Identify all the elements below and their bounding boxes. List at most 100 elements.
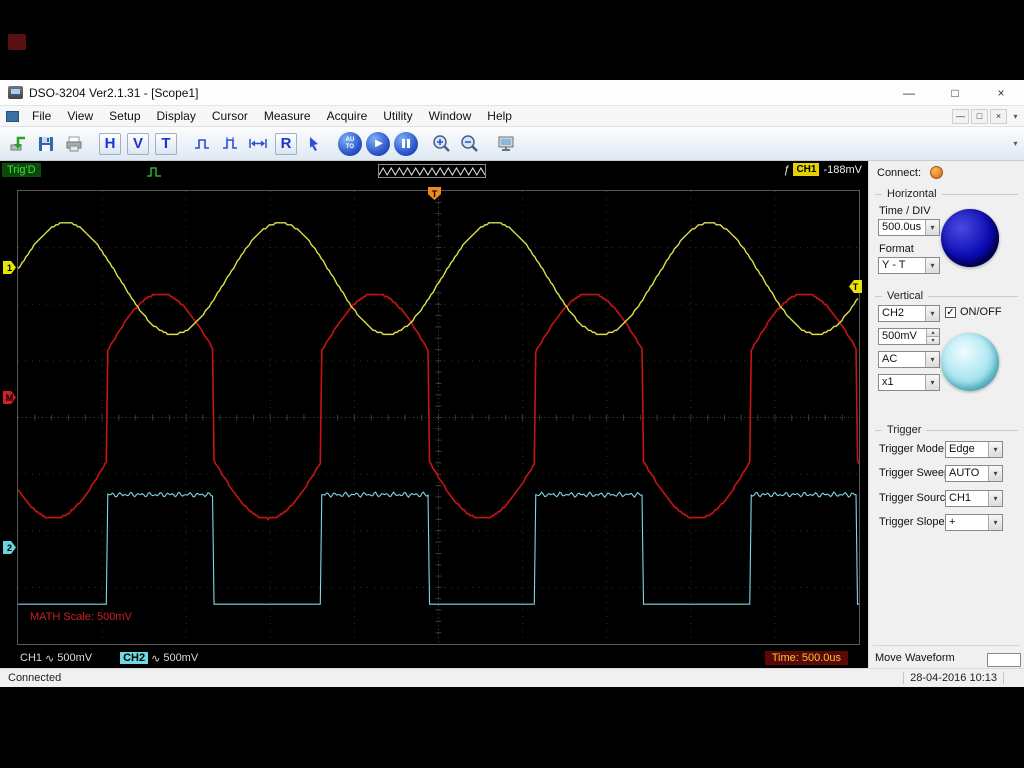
monitor-icon — [497, 136, 515, 152]
chevron-down-icon: ▾ — [925, 306, 939, 321]
expand-horizontal-icon — [249, 137, 267, 150]
fit-width-button[interactable] — [244, 130, 272, 157]
app-window: DSO-3204 Ver2.1.31 - [Scope1] — □ × File… — [0, 80, 1024, 687]
chevron-down-icon: ▾ — [925, 220, 939, 235]
ch2-readout: CH2 ∿ 500mV — [120, 652, 198, 665]
close-button[interactable]: × — [978, 80, 1024, 105]
menu-setup[interactable]: Setup — [101, 106, 148, 126]
auto-setup-button[interactable]: AUTO — [336, 130, 364, 157]
format-label: Format — [879, 243, 914, 255]
channel-bar: CH1 ∿ 500mV CH2 ∿ 500mV Time: 500.0us — [0, 648, 868, 668]
r-icon: R — [275, 133, 297, 155]
time-div-label: Time / DIV — [879, 205, 931, 217]
channel-select[interactable]: CH2 ▾ — [878, 305, 940, 322]
resize-grip[interactable] — [1010, 669, 1024, 687]
math-level-marker[interactable]: M — [3, 391, 16, 404]
pause-button[interactable] — [392, 130, 420, 157]
t-icon: T — [155, 133, 177, 155]
horizontal-knob[interactable] — [941, 209, 999, 267]
trigger-sweep-select[interactable]: AUTO ▾ — [945, 465, 1003, 482]
ch1-readout: CH1 ∿ 500mV — [20, 652, 92, 665]
chevron-down-icon: ▾ — [925, 258, 939, 273]
mdi-close-button[interactable]: × — [990, 109, 1007, 124]
menu-window[interactable]: Window — [421, 106, 480, 126]
pause-icon — [394, 132, 418, 156]
format-select[interactable]: Y - T ▾ — [878, 257, 940, 274]
cursor-arrow-icon — [306, 136, 322, 152]
mdi-restore-button[interactable]: □ — [971, 109, 988, 124]
trigger-source-select[interactable]: CH1 ▾ — [945, 490, 1003, 507]
math-scale-label: MATH Scale: 500mV — [30, 611, 132, 623]
ch2-level-marker[interactable]: 2 — [3, 541, 16, 554]
auto-icon: AUTO — [338, 132, 362, 156]
mdi-minimize-button[interactable]: — — [952, 109, 969, 124]
trigger-source-label: Trigger Source — [879, 492, 951, 504]
menu-acquire[interactable]: Acquire — [319, 106, 376, 126]
datetime-display: 28-04-2016 10:13 — [910, 672, 997, 684]
vertical-group-title: Vertical — [875, 290, 1018, 302]
pulse-measure-button-1[interactable] — [188, 130, 216, 157]
stepper-down-icon: ▾ — [927, 336, 939, 344]
move-waveform-input[interactable] — [987, 653, 1021, 667]
toolbar: H V T — [0, 127, 1024, 161]
menu-display[interactable]: Display — [149, 106, 204, 126]
waveform-svg — [18, 191, 859, 644]
menu-view[interactable]: View — [59, 106, 101, 126]
trace-cursor-button[interactable]: T — [152, 130, 180, 157]
run-button[interactable]: ▶ — [364, 130, 392, 157]
chevron-down-icon: ▾ — [988, 466, 1002, 481]
trigger-slope-label: Trigger Slope — [879, 516, 945, 528]
coupling-select[interactable]: AC ▾ — [878, 351, 940, 368]
chevron-down-icon: ▾ — [988, 491, 1002, 506]
menu-utility[interactable]: Utility — [375, 106, 420, 126]
trigger-group-title: Trigger — [875, 424, 1018, 436]
zoom-out-icon — [459, 134, 481, 154]
chevron-down-icon: ▾ — [988, 442, 1002, 457]
refresh-button[interactable]: R — [272, 130, 300, 157]
connect-indicator[interactable] — [930, 166, 943, 179]
trigger-status-strip: Trig'D ƒ CH1 -188mV — [0, 161, 868, 181]
stepper-up-icon: ▴ — [927, 329, 939, 336]
probe-select[interactable]: x1 ▾ — [878, 374, 940, 391]
title-bar: DSO-3204 Ver2.1.31 - [Scope1] — □ × — [0, 80, 1024, 106]
trigger-slope-select[interactable]: + ▾ — [945, 514, 1003, 531]
display-mode-button[interactable] — [492, 130, 520, 157]
menu-file[interactable]: File — [24, 106, 59, 126]
zoom-out-button[interactable] — [456, 130, 484, 157]
menu-help[interactable]: Help — [479, 106, 520, 126]
menu-bar: File View Setup Display Cursor Measure A… — [0, 106, 1024, 127]
ch2-scale-value: 500mV — [163, 652, 198, 664]
trigger-mode-label: Trigger Mode — [879, 443, 944, 455]
ch2-label-badge: CH2 — [120, 652, 148, 664]
overflow-chevron-icon[interactable]: ▾ — [1009, 112, 1022, 121]
pointer-button[interactable] — [300, 130, 328, 157]
trigger-symbol-icon: ƒ — [783, 164, 789, 176]
minimize-button[interactable]: — — [886, 80, 932, 105]
save-button[interactable] — [32, 130, 60, 157]
stepper-arrows[interactable]: ▴ ▾ — [926, 329, 939, 344]
chevron-down-icon: ▾ — [988, 515, 1002, 530]
print-button[interactable] — [60, 130, 88, 157]
toolbar-overflow-chevron-icon[interactable]: ▾ — [1009, 139, 1022, 148]
ch1-scale-value: 500mV — [57, 652, 92, 664]
record-preview[interactable] — [378, 164, 486, 178]
menu-measure[interactable]: Measure — [256, 106, 319, 126]
pulse-measure-button-2[interactable] — [216, 130, 244, 157]
desktop-shortcut-icon[interactable] — [8, 34, 26, 50]
channel-onoff[interactable]: ✓ ON/OFF — [945, 306, 1002, 318]
vertical-knob[interactable] — [941, 333, 999, 391]
volt-scale-stepper[interactable]: 500mV ▴ ▾ — [878, 328, 940, 345]
waveform-display[interactable] — [17, 190, 860, 645]
ch1-label: CH1 — [20, 652, 42, 664]
trigger-mode-select[interactable]: Edge ▾ — [945, 441, 1003, 458]
import-button[interactable] — [4, 130, 32, 157]
ch1-level-marker[interactable]: 1 — [3, 261, 16, 274]
time-div-select[interactable]: 500.0us ▾ — [878, 219, 940, 236]
onoff-checkbox[interactable]: ✓ — [945, 307, 956, 318]
zoom-in-button[interactable] — [428, 130, 456, 157]
horizontal-cursor-button[interactable]: H — [96, 130, 124, 157]
menu-cursor[interactable]: Cursor — [204, 106, 256, 126]
desktop: DSO-3204 Ver2.1.31 - [Scope1] — □ × File… — [0, 0, 1024, 768]
vertical-cursor-button[interactable]: V — [124, 130, 152, 157]
maximize-button[interactable]: □ — [932, 80, 978, 105]
